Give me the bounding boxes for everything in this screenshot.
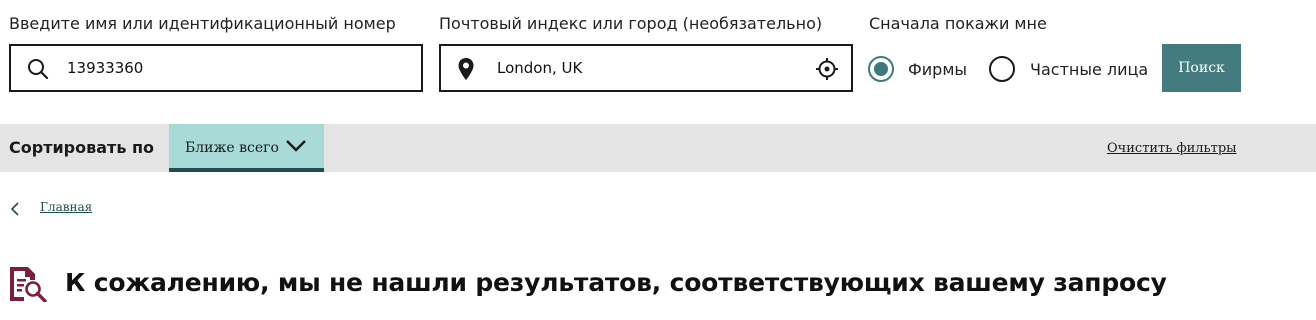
location-input-value: London, UK bbox=[497, 59, 583, 77]
map-pin-icon bbox=[457, 57, 475, 85]
name-field-label: Введите имя или идентификационный номер bbox=[9, 14, 396, 33]
name-input-value: 13933360 bbox=[67, 59, 144, 77]
document-search-icon bbox=[8, 266, 48, 306]
clear-filters-link[interactable]: Очистить фильтры bbox=[1107, 141, 1237, 156]
sort-bar: Сортировать по Ближе всего Очистить филь… bbox=[0, 124, 1316, 172]
radio-firms[interactable] bbox=[868, 56, 894, 82]
name-search-input[interactable]: 13933360 bbox=[9, 44, 423, 92]
show-first-label: Сначала покажи мне bbox=[869, 14, 1047, 33]
crosshair-icon[interactable] bbox=[815, 57, 839, 85]
radio-firms-label[interactable]: Фирмы bbox=[908, 60, 967, 79]
search-icon bbox=[27, 58, 49, 84]
no-results-heading: К сожалению, мы не нашли результатов, со… bbox=[65, 268, 1167, 297]
radio-individuals[interactable] bbox=[989, 56, 1015, 82]
search-bar: Введите имя или идентификационный номер … bbox=[0, 0, 1316, 124]
chevron-left-icon[interactable] bbox=[10, 201, 20, 220]
sort-label: Сортировать по bbox=[9, 138, 155, 157]
radio-individuals-label[interactable]: Частные лица bbox=[1030, 60, 1148, 79]
chevron-down-icon bbox=[285, 138, 307, 158]
search-button[interactable]: Поиск bbox=[1162, 44, 1241, 92]
breadcrumb-home-link[interactable]: Главная bbox=[40, 200, 92, 214]
location-field-label: Почтовый индекс или город (необязательно… bbox=[439, 14, 823, 33]
sort-selected-value: Ближе всего bbox=[185, 140, 279, 156]
sort-select[interactable]: Ближе всего bbox=[169, 124, 324, 172]
location-input[interactable]: London, UK bbox=[439, 44, 853, 92]
